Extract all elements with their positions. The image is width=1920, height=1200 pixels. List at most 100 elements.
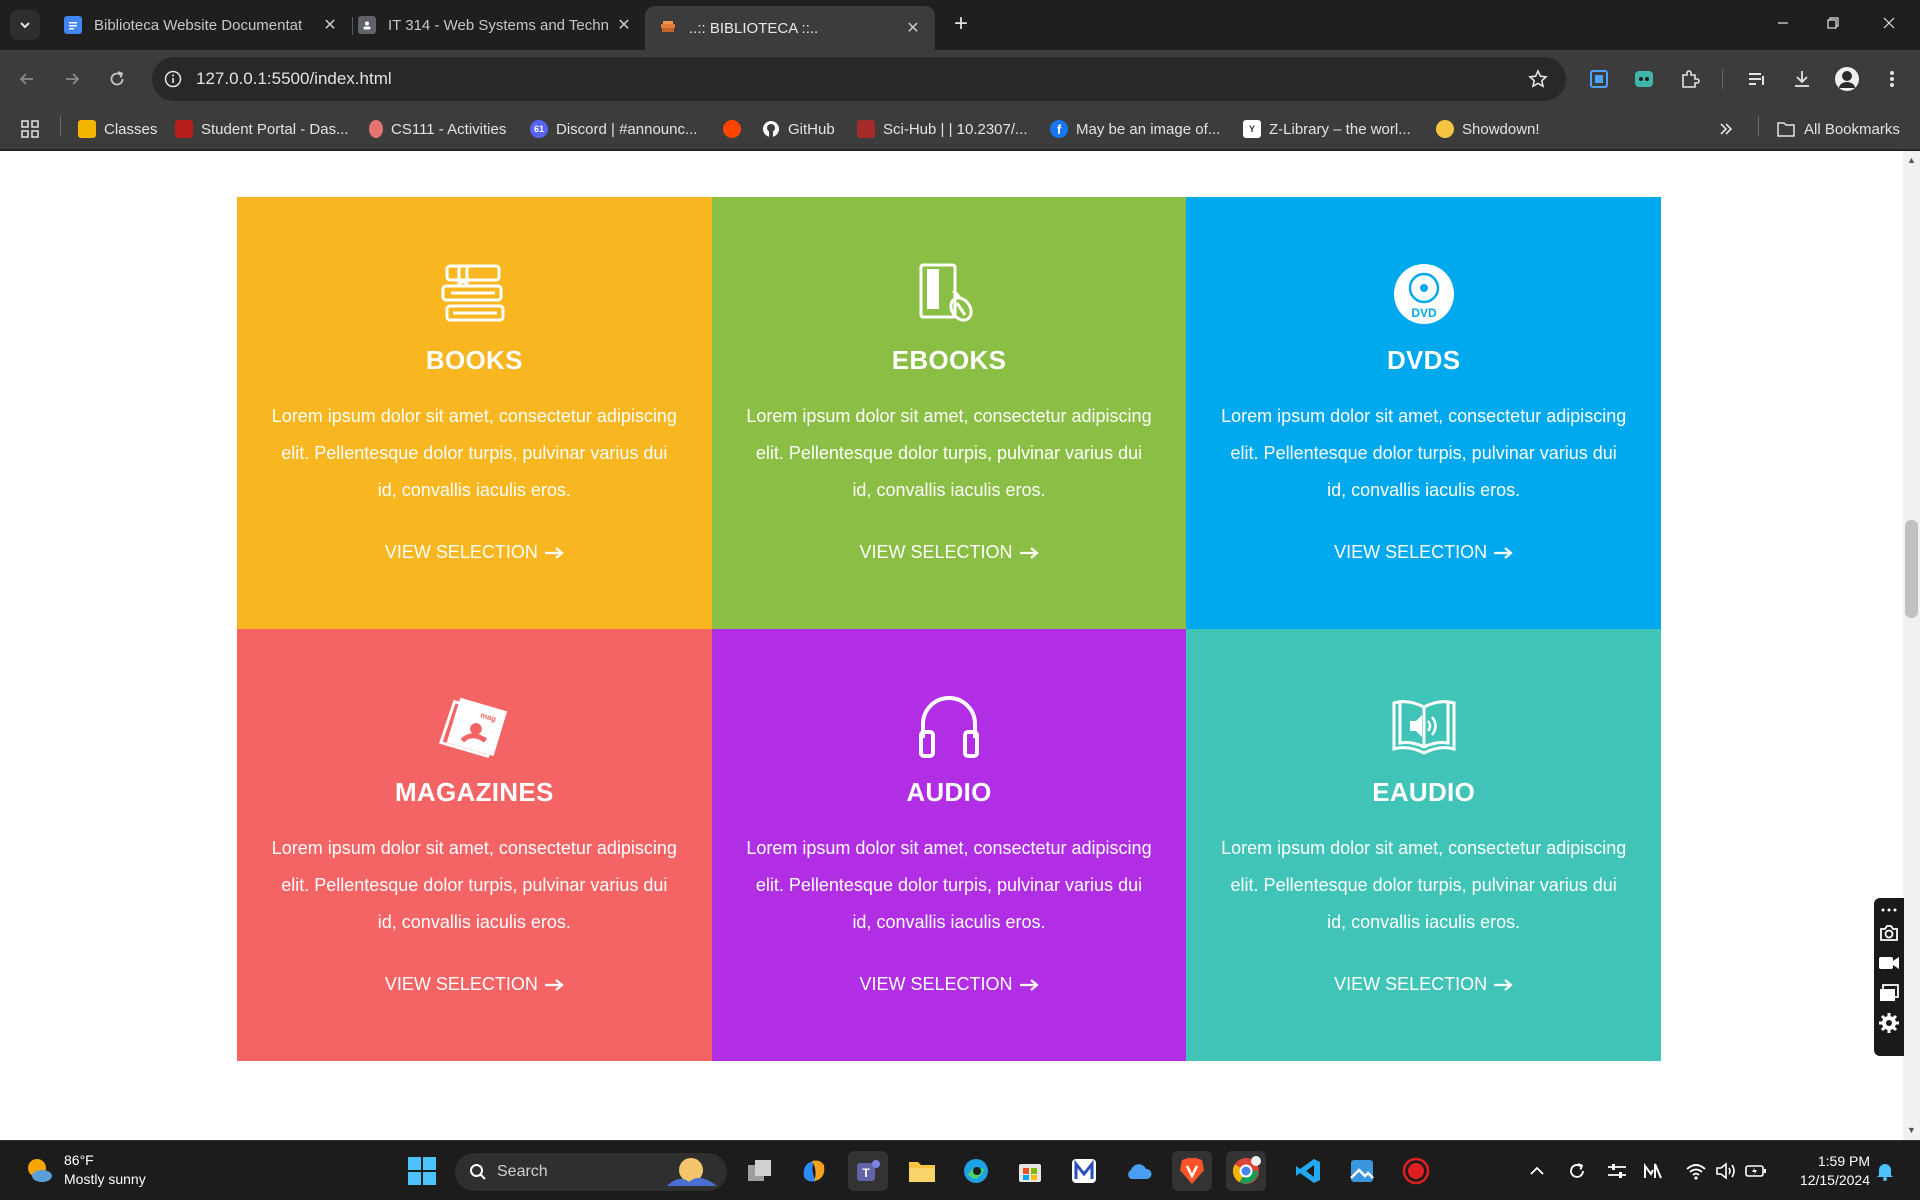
address-bar[interactable]: 127.0.0.1:5500/index.html [152,57,1566,101]
zlibrary-icon: Y [1243,120,1261,138]
show-hidden-icons-button[interactable] [1524,1159,1550,1183]
bookmark-student-portal[interactable]: Student Portal - Das... [175,118,349,140]
toolbar-divider [1722,69,1723,89]
video-camera-icon[interactable] [1877,948,1901,978]
edge-app[interactable] [956,1151,996,1191]
card-audio: AUDIO Lorem ipsum dolor sit amet, consec… [711,629,1187,1061]
notion-app[interactable] [1064,1151,1104,1191]
vscode-app[interactable] [1288,1151,1328,1191]
bookmark-label: GitHub [788,120,835,138]
store-icon [1019,1164,1041,1182]
card-title: EBOOKS [891,345,1007,375]
view-selection-link[interactable]: VIEW SELECTION [385,974,564,995]
tab-it314[interactable]: IT 314 - Web Systems and Techn ✕ [344,6,646,44]
github-icon [762,120,780,138]
url-text[interactable]: 127.0.0.1:5500/index.html [196,69,1526,89]
all-bookmarks-button[interactable]: All Bookmarks [1776,118,1900,140]
wifi-icon[interactable] [1683,1159,1709,1183]
close-icon[interactable]: ✕ [903,18,923,38]
bookmark-cs111[interactable]: CS111 - Activities [369,118,506,140]
system-clock[interactable]: 1:59 PM 12/15/2024 [1780,1152,1870,1190]
hand-icon [369,120,383,138]
cloud-icon [1128,1164,1152,1179]
onedrive-app[interactable] [1118,1151,1158,1191]
more-bookmarks-button[interactable] [1718,118,1734,140]
restore-button[interactable] [1810,10,1856,40]
close-icon[interactable]: ✕ [320,15,340,35]
apps-grid-button[interactable] [20,118,40,140]
bookmark-zlibrary[interactable]: Y Z-Library – the worl... [1243,118,1411,140]
camera-icon[interactable] [1877,918,1901,948]
gear-icon[interactable] [1877,1008,1901,1038]
recorder-app[interactable] [1396,1151,1436,1191]
view-selection-link[interactable]: VIEW SELECTION [1334,542,1513,563]
close-icon[interactable]: ✕ [614,15,634,35]
screen-capture-extension-icon[interactable] [1585,65,1613,93]
start-button[interactable] [402,1151,442,1191]
tab-biblioteca-docs[interactable]: Biblioteca Website Documentat ✕ [50,6,352,44]
site-info-icon[interactable] [162,68,184,90]
bookmark-github[interactable]: GitHub [762,118,835,140]
page-scrollbar[interactable] [1903,151,1920,1140]
restore-icon [1827,17,1839,29]
sliders-tray-icon[interactable] [1604,1159,1630,1183]
chrome-app[interactable] [1226,1151,1266,1191]
reload-button[interactable] [100,62,134,96]
card-description: Lorem ipsum dolor sit amet, consectetur … [746,406,1152,500]
view-selection-link[interactable]: VIEW SELECTION [1334,974,1513,995]
sync-tray-icon[interactable] [1564,1159,1590,1183]
brave-app[interactable] [1172,1151,1212,1191]
bookmark-discord[interactable]: 61 Discord | #announc... [530,118,697,140]
bookmark-classes[interactable]: Classes [78,118,157,140]
reddit-icon [723,120,741,138]
profile-avatar[interactable] [1833,65,1861,93]
volume-icon[interactable] [1713,1159,1739,1183]
classroom-icon [358,16,376,34]
extensions-puzzle-icon[interactable] [1676,65,1704,93]
edge-icon [964,1159,988,1183]
notification-bell-icon[interactable] [1872,1159,1898,1183]
tab-biblioteca-active[interactable]: ..:: BIBLIOTECA ::.. ✕ [645,6,935,50]
teams-app[interactable]: T [848,1151,888,1191]
view-selection-link[interactable]: VIEW SELECTION [859,974,1039,995]
taskbar-search[interactable]: Search [455,1153,727,1191]
forward-button[interactable] [55,62,89,96]
bookmark-scihub[interactable]: Sci-Hub | | 10.2307/... [857,118,1028,140]
card-books: BOOKS Lorem ipsum dolor sit amet, consec… [237,197,712,629]
weather-widget[interactable]: 86°F Mostly sunny [24,1151,146,1189]
bookmarks-divider [1758,116,1759,136]
window-capture-icon[interactable] [1877,978,1901,1008]
bookmark-facebook[interactable]: f May be an image of... [1050,118,1220,140]
more-options-icon[interactable] [1877,902,1901,918]
bookmark-star-icon[interactable] [1526,67,1550,91]
arrow-right-icon [1494,546,1513,559]
copilot-app[interactable] [794,1151,834,1191]
scroll-up-arrow[interactable]: ▲ [1905,154,1918,166]
media-control-icon[interactable] [1743,65,1771,93]
bot-extension-icon[interactable] [1630,65,1658,93]
new-tab-button[interactable]: + [948,12,974,38]
brave-lion-icon [1180,1158,1204,1184]
apps-grid-icon [21,120,39,138]
bookmark-showdown[interactable]: Showdown! [1436,118,1540,140]
card-title: DVDS [1386,345,1461,375]
download-icon[interactable] [1788,65,1816,93]
photos-app[interactable] [1342,1151,1382,1191]
scroll-down-arrow[interactable]: ▼ [1905,1124,1918,1136]
minimize-button[interactable] [1760,10,1806,40]
app-tray-icon[interactable] [1640,1159,1666,1183]
scrollbar-thumb[interactable] [1905,520,1918,618]
tab-title: ..:: BIBLIOTECA ::.. [689,19,819,37]
back-button[interactable] [10,62,44,96]
view-selection-link[interactable]: VIEW SELECTION [859,542,1039,563]
file-explorer-app[interactable] [902,1151,942,1191]
task-view-app[interactable] [740,1151,780,1191]
view-selection-link[interactable]: VIEW SELECTION [385,542,564,563]
bookmark-reddit[interactable] [723,118,749,140]
microsoft-store-app[interactable] [1010,1151,1050,1191]
close-window-button[interactable] [1866,10,1912,40]
menu-kebab-icon[interactable] [1878,65,1906,93]
tab-search-button[interactable] [10,10,40,40]
svg-text:T: T [862,1166,870,1180]
battery-icon[interactable] [1743,1159,1769,1183]
